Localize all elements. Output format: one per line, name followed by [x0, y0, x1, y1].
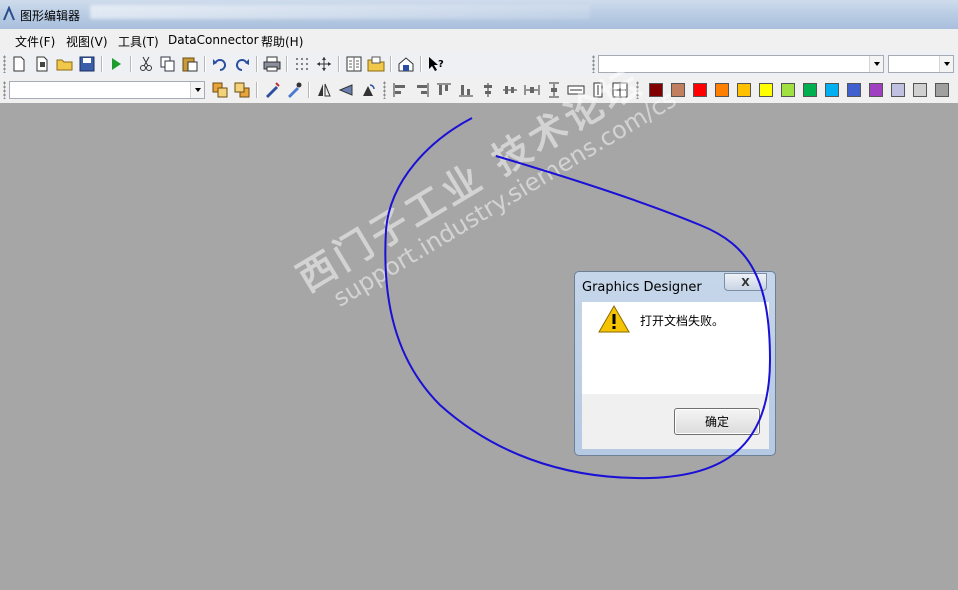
color-swatch[interactable] — [935, 83, 949, 97]
color-swatch[interactable] — [649, 83, 663, 97]
align-top-icon[interactable] — [434, 80, 454, 100]
close-icon: X — [741, 275, 750, 289]
color-swatch[interactable] — [671, 83, 685, 97]
font-combo[interactable] — [9, 81, 205, 99]
menu-file[interactable]: 文件(F) — [15, 33, 55, 50]
standard-toolbar: ? — [0, 51, 958, 77]
title-bar: 图形编辑器 — [0, 0, 958, 29]
align-left-icon[interactable] — [390, 80, 410, 100]
same-size-icon[interactable] — [610, 80, 630, 100]
dialog-close-button[interactable]: X — [724, 273, 767, 291]
pipette-icon[interactable] — [284, 80, 304, 100]
menu-view[interactable]: 视图(V) — [66, 33, 108, 50]
send-to-back-icon[interactable] — [232, 80, 252, 100]
same-width-icon[interactable] — [566, 80, 586, 100]
center-horizontal-icon[interactable] — [478, 80, 498, 100]
color-swatch[interactable] — [781, 83, 795, 97]
pen-icon[interactable] — [262, 80, 282, 100]
toolbar-grip[interactable] — [592, 55, 595, 73]
library-icon[interactable] — [366, 54, 386, 74]
toolbar-separator — [204, 56, 205, 72]
color-swatch[interactable] — [869, 83, 883, 97]
toolbar-grip[interactable] — [3, 55, 6, 73]
redo-icon[interactable] — [232, 54, 252, 74]
dialog-message: 打开文档失败。 — [640, 314, 725, 328]
new-template-icon[interactable] — [32, 54, 52, 74]
toolbar-separator — [390, 56, 391, 72]
toolbar-separator — [130, 56, 131, 72]
toolbar-separator — [101, 56, 102, 72]
toolbar-separator — [308, 82, 309, 98]
toolbar-separator — [256, 56, 257, 72]
context-help-icon[interactable]: ? — [426, 54, 446, 74]
menu-bar: 文件(F) 视图(V) 工具(T) DataConnector 帮助(H) — [0, 29, 958, 51]
copy-icon[interactable] — [158, 54, 178, 74]
title-path-blur — [90, 5, 590, 19]
ok-button[interactable]: 确定 — [674, 408, 760, 435]
color-swatch[interactable] — [825, 83, 839, 97]
open-folder-icon[interactable] — [55, 54, 75, 74]
menu-help[interactable]: 帮助(H) — [261, 33, 303, 50]
menu-dataconnector[interactable]: DataConnector — [168, 33, 259, 47]
toolbar-grip[interactable] — [3, 81, 6, 99]
distribute-horizontal-icon[interactable] — [522, 80, 542, 100]
undo-icon[interactable] — [210, 54, 230, 74]
dialog-title: Graphics Designer — [582, 280, 702, 295]
window-title: 图形编辑器 — [20, 9, 81, 23]
center-vertical-icon[interactable] — [500, 80, 520, 100]
distribute-vertical-icon[interactable] — [544, 80, 564, 100]
toolbar-separator — [420, 56, 421, 72]
rotate-icon[interactable] — [358, 80, 378, 100]
properties-icon[interactable] — [344, 54, 364, 74]
save-icon[interactable] — [77, 54, 97, 74]
toolbar-separator — [286, 56, 287, 72]
color-swatch[interactable] — [891, 83, 905, 97]
print-icon[interactable] — [262, 54, 282, 74]
chevron-down-icon[interactable] — [939, 56, 953, 72]
home-object-icon[interactable] — [396, 54, 416, 74]
toolbar-separator — [338, 56, 339, 72]
chevron-down-icon[interactable] — [869, 56, 883, 72]
warning-icon — [598, 304, 630, 333]
color-swatch[interactable] — [847, 83, 861, 97]
align-bottom-icon[interactable] — [456, 80, 476, 100]
color-swatch[interactable] — [715, 83, 729, 97]
zoom-combo[interactable] — [888, 55, 954, 73]
flip-horizontal-icon[interactable] — [314, 80, 334, 100]
svg-text:?: ? — [438, 59, 444, 70]
color-swatch[interactable] — [737, 83, 751, 97]
toolbar-grip[interactable] — [383, 81, 386, 99]
run-icon[interactable] — [106, 54, 126, 74]
snap-icon[interactable] — [314, 54, 334, 74]
format-toolbar — [0, 77, 958, 103]
align-right-icon[interactable] — [412, 80, 432, 100]
error-dialog: Graphics Designer X 打开文档失败。 确定 — [574, 271, 776, 456]
bring-to-front-icon[interactable] — [210, 80, 230, 100]
app-icon — [3, 6, 15, 21]
cut-icon[interactable] — [136, 54, 156, 74]
menu-tools[interactable]: 工具(T) — [118, 33, 159, 50]
same-height-icon[interactable] — [588, 80, 608, 100]
drawing-canvas[interactable] — [0, 103, 958, 590]
toolbar-separator — [256, 82, 257, 98]
ok-button-label: 确定 — [704, 415, 729, 429]
color-swatch[interactable] — [693, 83, 707, 97]
color-swatch[interactable] — [759, 83, 773, 97]
new-document-icon[interactable] — [9, 54, 29, 74]
object-selector-combo[interactable] — [598, 55, 884, 73]
chevron-down-icon[interactable] — [190, 82, 204, 98]
grid-icon[interactable] — [292, 54, 312, 74]
color-swatch[interactable] — [803, 83, 817, 97]
color-swatch[interactable] — [913, 83, 927, 97]
paste-icon[interactable] — [180, 54, 200, 74]
toolbar-grip[interactable] — [636, 81, 639, 99]
flip-vertical-icon[interactable] — [336, 80, 356, 100]
